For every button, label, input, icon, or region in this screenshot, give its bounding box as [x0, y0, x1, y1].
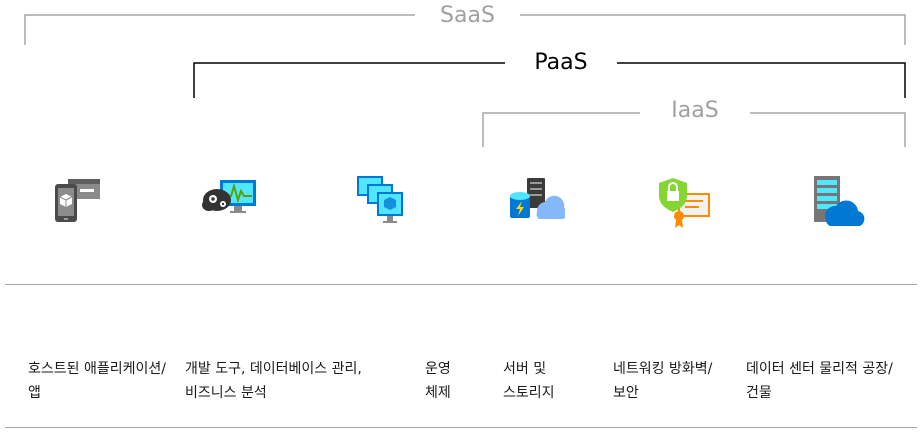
caption-servers-storage: 서버 및 스토리지: [503, 361, 555, 401]
operating-system-icon: [510, 178, 565, 219]
caption-os: 운영 체제: [425, 361, 451, 401]
dev-tools-icon: [202, 180, 256, 213]
datacenter-icon: [814, 176, 865, 226]
database-management-icon: [357, 176, 403, 223]
paas-label: PaaS: [505, 52, 617, 74]
divider-top: [5, 284, 917, 285]
network-firewall-icon: [659, 178, 710, 228]
caption-hosted-apps: 호스트된 애플리케이션/앱: [28, 361, 166, 401]
divider-bottom: [5, 427, 917, 428]
caption-networking: 네트워킹 방화벽/보안: [613, 361, 713, 401]
caption-dev-tools: 개발 도구, 데이터베이스 관리, 비즈니스 분석: [185, 361, 362, 401]
caption-datacenter: 데이터 센터 물리적 공장/건물: [746, 361, 893, 401]
saas-label: SaaS: [415, 5, 520, 27]
hosted-app-icon: [55, 179, 100, 222]
iaas-label: IaaS: [640, 100, 750, 122]
